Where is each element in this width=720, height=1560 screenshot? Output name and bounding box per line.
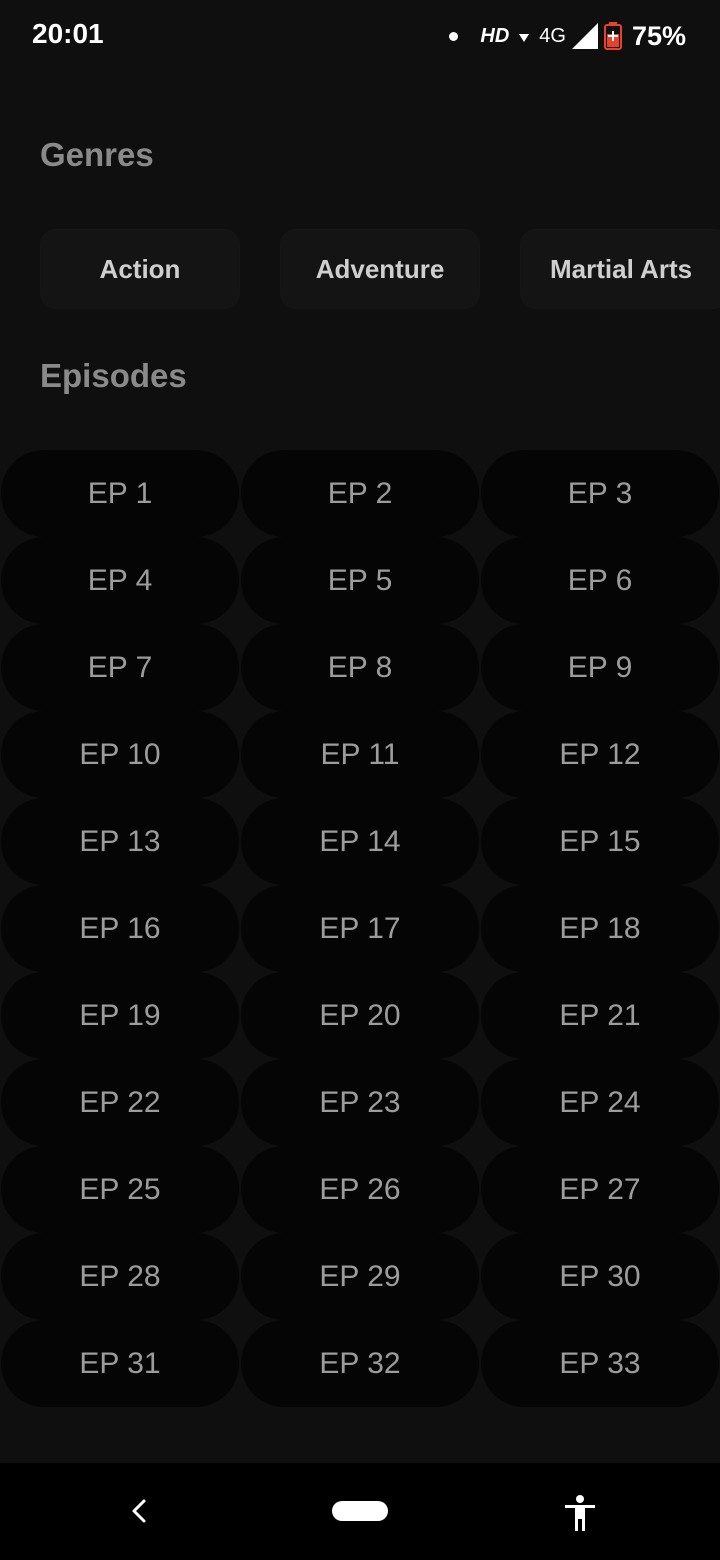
episode-button[interactable]: EP 30 (481, 1233, 719, 1320)
episode-button[interactable]: EP 10 (1, 711, 239, 798)
episode-button[interactable]: EP 31 (1, 1320, 239, 1407)
episode-button[interactable]: EP 23 (241, 1059, 479, 1146)
episode-button[interactable]: EP 11 (241, 711, 479, 798)
genres-heading: Genres (40, 136, 154, 173)
notification-dot-icon (449, 31, 459, 41)
battery-percent: 75% (631, 20, 686, 51)
episode-button[interactable]: EP 18 (481, 885, 719, 972)
status-bar: 20:01 HD 4G 75% (0, 0, 720, 72)
episode-button[interactable]: EP 22 (1, 1059, 239, 1146)
hd-voice-label: HD (480, 24, 510, 47)
battery-icon (603, 22, 622, 50)
episode-button[interactable]: EP 4 (1, 537, 239, 624)
data-activity-icon (519, 34, 530, 42)
signal-strength-icon (571, 23, 598, 49)
accessibility-icon[interactable] (562, 1493, 598, 1533)
genre-chip-action[interactable]: Action (40, 229, 240, 309)
episode-button[interactable]: EP 29 (241, 1233, 479, 1320)
episode-button[interactable]: EP 12 (481, 711, 719, 798)
back-icon[interactable] (124, 1493, 156, 1529)
episode-button[interactable]: EP 5 (241, 537, 479, 624)
episode-button[interactable]: EP 27 (481, 1146, 719, 1233)
episode-button[interactable]: EP 28 (1, 1233, 239, 1320)
episode-button[interactable]: EP 17 (241, 885, 479, 972)
episode-button[interactable]: EP 32 (241, 1320, 479, 1407)
episode-button[interactable]: EP 7 (1, 624, 239, 711)
home-pill-icon[interactable] (332, 1501, 388, 1521)
episode-button[interactable]: EP 2 (241, 450, 479, 537)
status-icons: HD 4G 75% (449, 16, 686, 56)
episode-button[interactable]: EP 13 (1, 798, 239, 885)
episode-button[interactable]: EP 24 (481, 1059, 719, 1146)
episode-button[interactable]: EP 16 (1, 885, 239, 972)
system-nav-bar (0, 1463, 720, 1560)
episode-button[interactable]: EP 33 (481, 1320, 719, 1407)
episode-button[interactable]: EP 9 (481, 624, 719, 711)
genres-list: Action Adventure Martial Arts (40, 229, 720, 309)
genre-chip-martial-arts[interactable]: Martial Arts (520, 229, 720, 309)
episode-button[interactable]: EP 1 (1, 450, 239, 537)
episode-button[interactable]: EP 14 (241, 798, 479, 885)
episode-button[interactable]: EP 25 (1, 1146, 239, 1233)
episode-button[interactable]: EP 8 (241, 624, 479, 711)
episode-button[interactable]: EP 19 (1, 972, 239, 1059)
episode-button[interactable]: EP 20 (241, 972, 479, 1059)
genre-chip-adventure[interactable]: Adventure (280, 229, 480, 309)
episodes-heading: Episodes (40, 357, 187, 394)
episode-button[interactable]: EP 15 (481, 798, 719, 885)
episode-button[interactable]: EP 21 (481, 972, 719, 1059)
status-time: 20:01 (32, 18, 104, 49)
network-type-label: 4G (539, 24, 566, 47)
episode-button[interactable]: EP 6 (481, 537, 719, 624)
episodes-grid: EP 1 EP 2 EP 3 EP 4 EP 5 EP 6 EP 7 EP 8 EP 9 EP 1… (0, 450, 720, 1407)
episode-button[interactable]: EP 26 (241, 1146, 479, 1233)
episode-button[interactable]: EP 3 (481, 450, 719, 537)
